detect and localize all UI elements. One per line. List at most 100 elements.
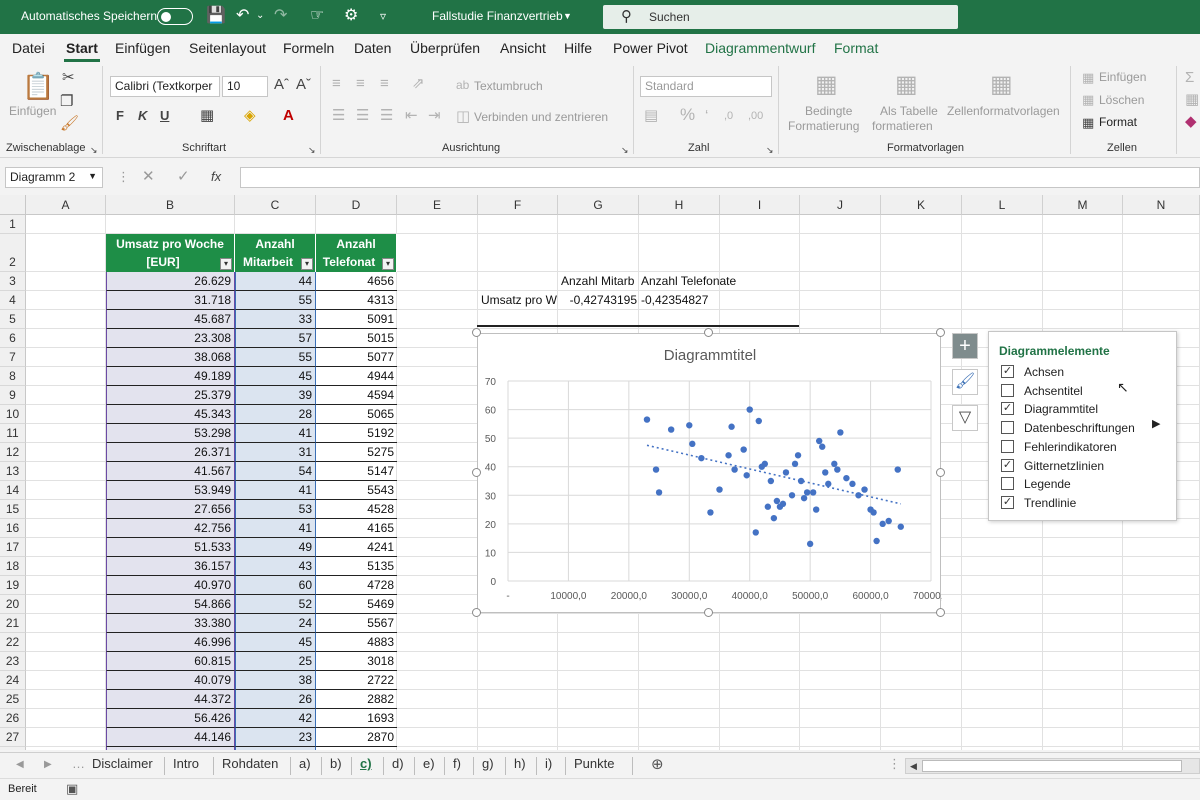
- table-cell[interactable]: 26.371: [106, 443, 235, 462]
- paste-icon[interactable]: 📋: [22, 72, 54, 100]
- table-cell[interactable]: 4944: [316, 367, 397, 386]
- table-cell[interactable]: 31: [235, 747, 316, 750]
- row-header-3[interactable]: 3: [0, 272, 26, 291]
- checkbox-unchecked[interactable]: [1001, 439, 1014, 453]
- column-header-K[interactable]: K: [881, 195, 962, 215]
- table-cell[interactable]: 42.756: [106, 519, 235, 538]
- decrease-indent-icon[interactable]: ⇤: [405, 108, 418, 124]
- conditional-format-label[interactable]: Bedingte: [805, 104, 852, 118]
- row-header-11[interactable]: 11: [0, 424, 26, 443]
- increase-decimal-icon[interactable]: ,0: [724, 108, 733, 124]
- table-cell[interactable]: 42: [235, 709, 316, 728]
- sheet-tab-disclaimer[interactable]: Disclaimer: [92, 756, 153, 771]
- tab-seitenlayout[interactable]: Seitenlayout: [189, 40, 266, 56]
- borders-icon[interactable]: ▦: [200, 108, 214, 124]
- sheet-tab-f[interactable]: f): [453, 756, 461, 771]
- insert-function-button[interactable]: fx: [211, 169, 221, 185]
- sheet-tab-h[interactable]: h): [514, 756, 526, 771]
- table-cell[interactable]: 45: [235, 367, 316, 386]
- cancel-icon[interactable]: ✕: [142, 169, 155, 185]
- sheet-tab-punkte[interactable]: Punkte: [574, 756, 614, 771]
- quick-access-more-icon[interactable]: ▿: [380, 7, 386, 25]
- table-cell[interactable]: 45.343: [106, 405, 235, 424]
- table-cell[interactable]: 25: [235, 652, 316, 671]
- table-cell[interactable]: 4165: [316, 519, 397, 538]
- corr-header-telefonate[interactable]: Anzahl Telefonate: [641, 272, 736, 291]
- underline-button[interactable]: U: [160, 108, 169, 124]
- chart-elements-button[interactable]: +: [952, 333, 978, 359]
- align-left-icon[interactable]: ☰: [332, 108, 345, 124]
- checkbox-checked[interactable]: ✓: [1001, 402, 1014, 416]
- row-header-27[interactable]: 27: [0, 728, 26, 747]
- tab-power-pivot[interactable]: Power Pivot: [613, 40, 688, 56]
- table-cell[interactable]: 28: [235, 405, 316, 424]
- align-right-icon[interactable]: ☰: [380, 108, 393, 124]
- table-cell[interactable]: 5077: [316, 348, 397, 367]
- table-cell[interactable]: 5192: [316, 424, 397, 443]
- sheet-tab-intro[interactable]: Intro: [173, 756, 199, 771]
- row-header-25[interactable]: 25: [0, 690, 26, 709]
- tabs-more-icon[interactable]: …: [72, 756, 85, 771]
- percent-icon[interactable]: %: [680, 106, 695, 123]
- table-cell[interactable]: 45.687: [106, 310, 235, 329]
- tab-überprüfen[interactable]: Überprüfen: [410, 40, 480, 56]
- column-header-A[interactable]: A: [26, 195, 106, 215]
- cell-styles-label[interactable]: Zellenformatvorlagen: [947, 104, 1060, 118]
- undo-dropdown-icon[interactable]: ⌄: [256, 7, 264, 25]
- scrollbar-thumb[interactable]: [922, 760, 1182, 772]
- table-cell[interactable]: 5567: [316, 614, 397, 633]
- table-cell[interactable]: 39: [235, 386, 316, 405]
- table-cell[interactable]: 49: [235, 538, 316, 557]
- font-name-combo[interactable]: Calibri (Textkorper: [110, 76, 220, 97]
- tab-split-icon[interactable]: ⋮: [888, 756, 901, 772]
- table-cell[interactable]: 43: [235, 557, 316, 576]
- tab-diagrammentwurf[interactable]: Diagrammentwurf: [705, 40, 815, 56]
- sheet-tab-d[interactable]: d): [392, 756, 404, 771]
- decrease-font-icon[interactable]: Aˇ: [296, 77, 311, 93]
- table-cell[interactable]: 4656: [316, 272, 397, 291]
- row-header-4[interactable]: 4: [0, 291, 26, 310]
- sheet-tab-rohdaten[interactable]: Rohdaten: [222, 756, 278, 771]
- table-header-2[interactable]: Anzahl Mitarbeit ▾: [235, 234, 316, 272]
- italic-button[interactable]: K: [138, 108, 147, 124]
- format-cells-label[interactable]: Format: [1099, 115, 1137, 129]
- fill-icon[interactable]: ▦: [1185, 92, 1199, 108]
- conditional-format-label-2[interactable]: Formatierung: [788, 119, 859, 133]
- table-cell[interactable]: 44.372: [106, 690, 235, 709]
- corr-header-mitarbeiter[interactable]: Anzahl Mitarb: [561, 272, 634, 291]
- tab-einfügen[interactable]: Einfügen: [115, 40, 170, 56]
- column-header-E[interactable]: E: [397, 195, 478, 215]
- table-cell[interactable]: 36.157: [106, 557, 235, 576]
- table-cell[interactable]: 4594: [316, 386, 397, 405]
- chart-title[interactable]: Diagrammtitel: [664, 347, 757, 364]
- wrap-text-icon[interactable]: ab: [456, 77, 469, 93]
- column-header-B[interactable]: B: [106, 195, 235, 215]
- checkbox-unchecked[interactable]: [1001, 477, 1014, 491]
- checkbox-unchecked[interactable]: [1001, 383, 1014, 397]
- table-cell[interactable]: 50.487: [106, 747, 235, 750]
- cut-icon[interactable]: ✂: [62, 70, 75, 86]
- document-title[interactable]: Fallstudie Finanzvertrieb: [432, 9, 563, 23]
- table-cell[interactable]: 41: [235, 424, 316, 443]
- column-header-M[interactable]: M: [1043, 195, 1123, 215]
- table-cell[interactable]: 33.380: [106, 614, 235, 633]
- number-launcher-icon[interactable]: ↘: [766, 142, 774, 158]
- table-cell[interactable]: 1693: [316, 709, 397, 728]
- row-header-13[interactable]: 13: [0, 462, 26, 481]
- table-cell[interactable]: 5015: [316, 329, 397, 348]
- row-header-18[interactable]: 18: [0, 557, 26, 576]
- table-cell[interactable]: 23.308: [106, 329, 235, 348]
- table-cell[interactable]: 5135: [316, 557, 397, 576]
- table-cell[interactable]: 26.629: [106, 272, 235, 291]
- table-cell[interactable]: 46.996: [106, 633, 235, 652]
- autosum-icon[interactable]: Σ: [1185, 70, 1194, 86]
- touch-mode-icon[interactable]: ☞: [310, 7, 324, 25]
- clipboard-launcher-icon[interactable]: ↘: [90, 142, 98, 158]
- column-header-I[interactable]: I: [720, 195, 800, 215]
- row-header-23[interactable]: 23: [0, 652, 26, 671]
- table-cell[interactable]: 40.970: [106, 576, 235, 595]
- scroll-tabs-left-icon[interactable]: ◀: [16, 759, 24, 770]
- table-cell[interactable]: 54.866: [106, 595, 235, 614]
- decrease-decimal-icon[interactable]: ,00: [748, 108, 763, 124]
- resize-handle-ne[interactable]: [936, 328, 945, 337]
